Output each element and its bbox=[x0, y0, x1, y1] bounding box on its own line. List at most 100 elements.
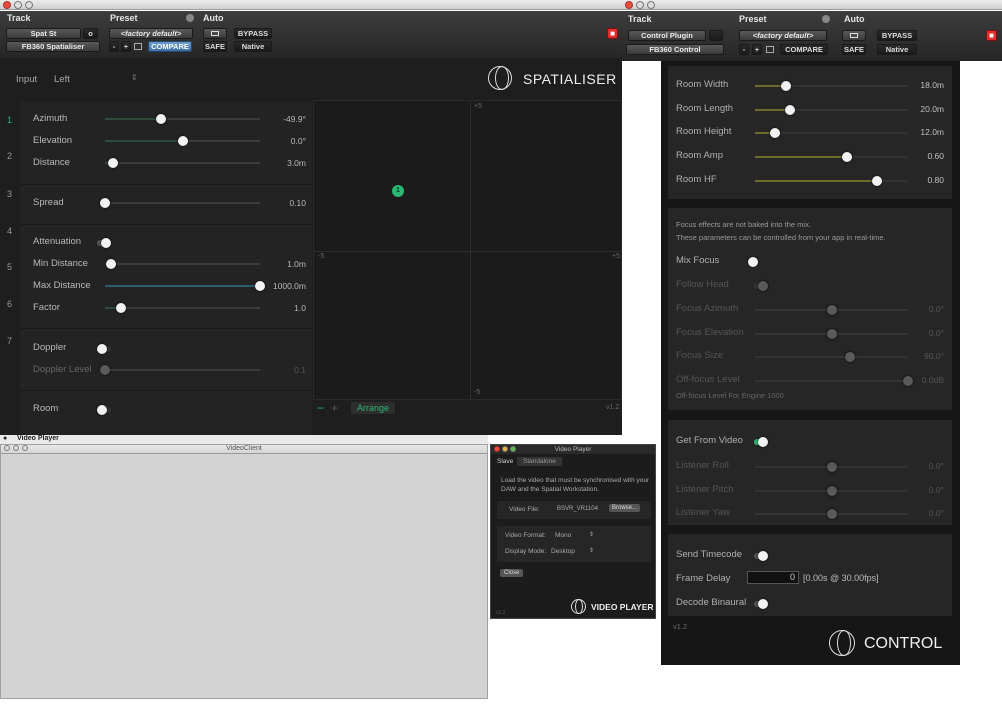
preset-dropdown-icon[interactable] bbox=[186, 14, 194, 22]
video-client-titlebar[interactable]: VideoClient bbox=[1, 445, 487, 454]
max-distance-slider[interactable] bbox=[105, 281, 265, 291]
slider-knob[interactable] bbox=[155, 114, 166, 124]
zoom-window-button[interactable] bbox=[25, 1, 33, 9]
automation-button[interactable] bbox=[203, 28, 227, 39]
tab-object-7[interactable]: 7 bbox=[7, 336, 12, 346]
preset-menu[interactable]: <factory default> bbox=[739, 30, 827, 41]
zoom-window-button[interactable] bbox=[510, 446, 516, 452]
bypass-button[interactable]: BYPASS bbox=[877, 30, 917, 41]
preset-menu[interactable]: <factory default> bbox=[109, 28, 193, 39]
minimize-window-button[interactable] bbox=[14, 1, 22, 9]
slider-knob[interactable] bbox=[769, 128, 780, 139]
add-source-button[interactable]: + bbox=[331, 401, 338, 415]
mix-focus-toggle[interactable] bbox=[748, 257, 762, 267]
send-timecode-toggle[interactable] bbox=[754, 551, 768, 561]
slider-knob[interactable] bbox=[780, 81, 791, 91]
remove-source-button[interactable]: − bbox=[317, 401, 324, 415]
slider-knob[interactable] bbox=[106, 259, 117, 269]
close-button[interactable]: Close bbox=[500, 569, 524, 577]
safe-button[interactable]: SAFE bbox=[842, 44, 866, 55]
apple-menu-icon[interactable]: ● bbox=[3, 435, 7, 442]
track-group-button[interactable] bbox=[709, 30, 723, 41]
track-selector[interactable]: Control Plugin bbox=[628, 30, 706, 41]
right-plugin-titlebar[interactable] bbox=[622, 0, 1002, 10]
sound-source-marker[interactable]: 1 bbox=[392, 185, 404, 197]
plugin-power-icon[interactable]: ■ bbox=[607, 28, 618, 39]
compare-button[interactable]: COMPARE bbox=[780, 44, 828, 55]
slider-knob[interactable] bbox=[841, 152, 852, 163]
track-selector[interactable]: Spat St bbox=[6, 28, 81, 39]
plugin-power-icon[interactable]: ■ bbox=[986, 30, 997, 41]
minimize-window-button[interactable] bbox=[636, 1, 644, 9]
elevation-slider[interactable] bbox=[105, 136, 260, 146]
close-window-button[interactable] bbox=[4, 445, 10, 451]
azimuth-slider[interactable] bbox=[105, 114, 260, 124]
video-viewport[interactable] bbox=[2, 455, 486, 698]
tab-object-2[interactable]: 2 bbox=[7, 151, 12, 161]
format-dropdown-icon[interactable]: ⇕ bbox=[589, 531, 594, 538]
preset-plus-button[interactable]: + bbox=[752, 44, 762, 55]
slider-knob[interactable] bbox=[826, 485, 837, 496]
slider-knob[interactable] bbox=[100, 198, 110, 208]
close-window-button[interactable] bbox=[494, 446, 500, 452]
doppler-toggle[interactable] bbox=[97, 344, 111, 354]
display-dropdown-icon[interactable]: ⇕ bbox=[589, 547, 594, 554]
tab-slave[interactable]: Slave bbox=[497, 458, 513, 465]
minimize-window-button[interactable] bbox=[502, 446, 508, 452]
slider-knob[interactable] bbox=[872, 175, 883, 186]
preset-minus-button[interactable]: - bbox=[109, 41, 119, 52]
attenuation-toggle[interactable] bbox=[97, 238, 111, 248]
copy-settings-icon[interactable] bbox=[766, 46, 774, 53]
room-amp-slider[interactable] bbox=[755, 152, 908, 163]
compare-button[interactable]: COMPARE bbox=[148, 41, 192, 52]
close-window-button[interactable] bbox=[625, 1, 633, 9]
room-toggle[interactable] bbox=[97, 405, 111, 415]
tab-standalone[interactable]: Standalone bbox=[517, 457, 562, 466]
insert-selector[interactable]: FB360 Control bbox=[626, 44, 724, 55]
listener-yaw-slider[interactable] bbox=[755, 509, 908, 520]
native-button[interactable]: Native bbox=[877, 44, 917, 55]
browse-button[interactable]: Browse... bbox=[609, 504, 641, 512]
slider-knob[interactable] bbox=[177, 136, 188, 146]
insert-selector[interactable]: FB360 Spatialiser bbox=[6, 41, 100, 52]
close-window-button[interactable] bbox=[3, 1, 11, 9]
zoom-window-button[interactable] bbox=[647, 1, 655, 9]
room-height-slider[interactable] bbox=[755, 128, 908, 139]
minimize-window-button[interactable] bbox=[13, 445, 19, 451]
get-from-video-toggle[interactable] bbox=[754, 437, 768, 447]
decode-binaural-toggle[interactable] bbox=[754, 599, 768, 609]
slider-knob[interactable] bbox=[785, 104, 796, 115]
slider-knob[interactable] bbox=[100, 365, 110, 375]
input-dropdown-icon[interactable]: ⇕ bbox=[131, 73, 138, 82]
tab-object-1[interactable]: 1 bbox=[7, 115, 12, 125]
tab-object-4[interactable]: 4 bbox=[7, 226, 12, 236]
input-selector[interactable]: Left bbox=[54, 74, 70, 85]
native-button[interactable]: Native bbox=[234, 41, 272, 52]
safe-button[interactable]: SAFE bbox=[203, 41, 227, 52]
room-width-slider[interactable] bbox=[755, 81, 908, 91]
spread-slider[interactable] bbox=[100, 198, 260, 208]
focus-size-slider[interactable] bbox=[755, 352, 908, 363]
preset-minus-button[interactable]: - bbox=[739, 44, 749, 55]
video-dialog-titlebar[interactable]: Video Player bbox=[491, 445, 655, 454]
min-distance-slider[interactable] bbox=[105, 259, 260, 269]
preset-dropdown-icon[interactable] bbox=[822, 15, 830, 23]
slider-knob[interactable] bbox=[826, 328, 837, 339]
tab-object-6[interactable]: 6 bbox=[7, 299, 12, 309]
display-mode-select[interactable]: Desktop bbox=[551, 548, 575, 555]
zoom-window-button[interactable] bbox=[22, 445, 28, 451]
track-group-button[interactable]: o bbox=[83, 28, 98, 39]
left-plugin-titlebar[interactable] bbox=[0, 0, 622, 10]
room-hf-slider[interactable] bbox=[755, 175, 908, 186]
tab-object-3[interactable]: 3 bbox=[7, 189, 12, 199]
slider-knob[interactable] bbox=[826, 305, 837, 315]
frame-delay-input[interactable]: 0 bbox=[747, 571, 799, 584]
listener-roll-slider[interactable] bbox=[755, 462, 908, 472]
focus-elevation-slider[interactable] bbox=[755, 328, 908, 339]
slider-knob[interactable] bbox=[826, 509, 837, 520]
automation-button[interactable] bbox=[842, 30, 866, 41]
video-player-menu-title[interactable]: Video Player bbox=[17, 435, 59, 442]
slider-knob[interactable] bbox=[115, 303, 126, 313]
bypass-button[interactable]: BYPASS bbox=[234, 28, 272, 39]
factor-slider[interactable] bbox=[105, 303, 260, 313]
